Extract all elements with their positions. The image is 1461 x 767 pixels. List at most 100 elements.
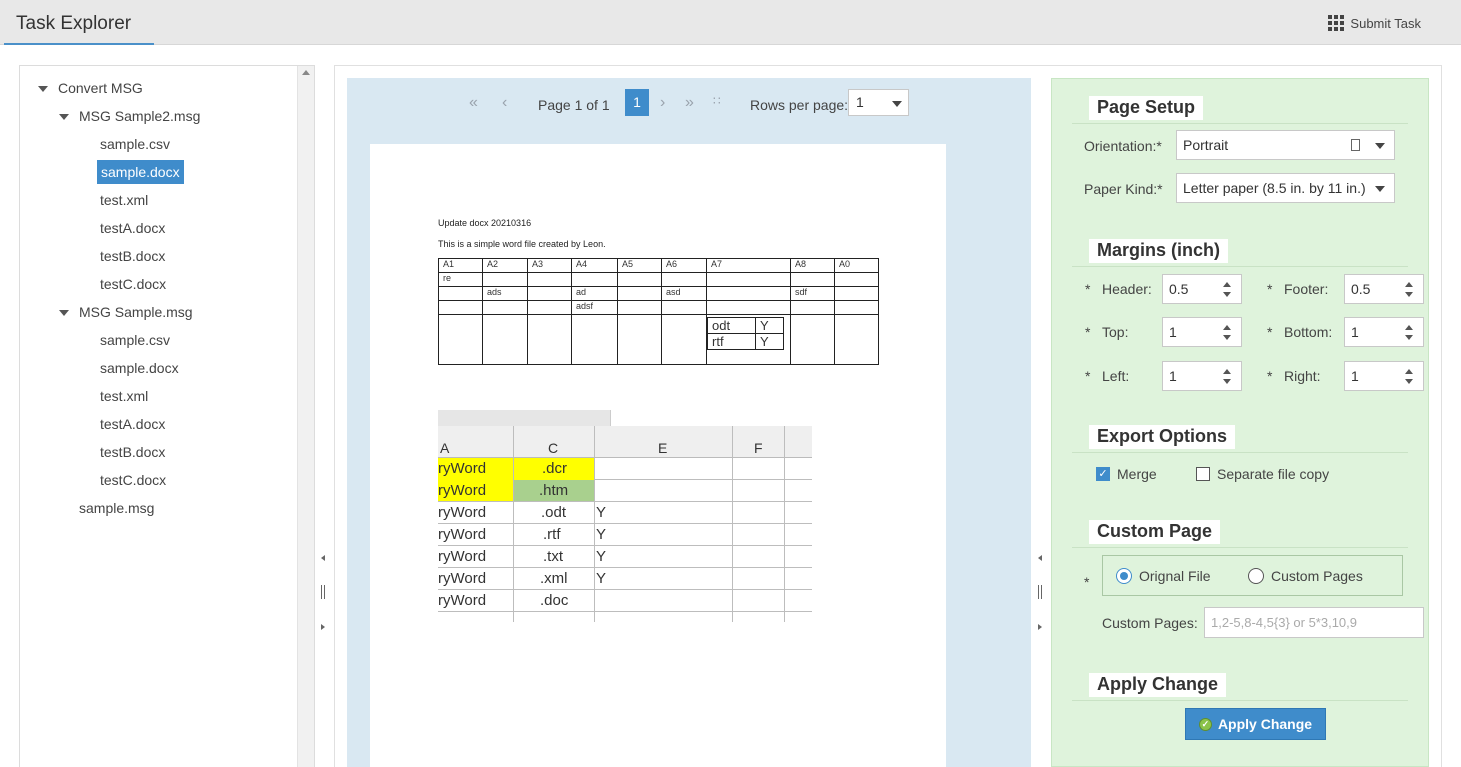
tree-scrollbar[interactable] [297, 66, 314, 767]
tree-node-file[interactable]: test.xml [100, 384, 148, 408]
increment-icon[interactable] [1405, 325, 1413, 330]
submit-task-label: Submit Task [1350, 15, 1421, 31]
page-mode-group: Orignal File Custom Pages [1102, 555, 1403, 596]
tree-node-file[interactable]: testC.docx [100, 272, 166, 296]
orientation-select[interactable]: Portrait [1176, 130, 1395, 160]
footer-margin-input[interactable]: 0.5 [1344, 274, 1424, 304]
separate-file-copy-checkbox[interactable] [1196, 467, 1210, 481]
task-tree: Convert MSG MSG Sample2.msg sample.csv s… [19, 65, 315, 767]
footer-margin-label: Footer: [1284, 281, 1329, 297]
tab-task-explorer[interactable]: Task Explorer [4, 0, 154, 45]
header-margin-input[interactable]: 0.5 [1162, 274, 1242, 304]
original-file-radio[interactable] [1116, 568, 1132, 584]
excel-row: ryWord .htm [438, 480, 812, 502]
table-cell: odt [707, 317, 756, 334]
tree-node-file[interactable]: testB.docx [100, 244, 165, 268]
tree-node-file[interactable]: testA.docx [100, 216, 165, 240]
tree-node-msg-sample[interactable]: MSG Sample.msg [59, 300, 193, 324]
increment-icon[interactable] [1223, 369, 1231, 374]
required-mark: * [1085, 368, 1091, 384]
merge-checkbox[interactable]: ✓ [1096, 467, 1110, 481]
excel-row: ryWord .dcr [438, 458, 812, 480]
page-grid-icon[interactable]: ∷ [713, 94, 721, 108]
tree-node-convert-msg[interactable]: Convert MSG [38, 76, 143, 100]
required-mark: * [1267, 368, 1273, 384]
next-page-icon[interactable]: › [660, 94, 665, 112]
tree-node-file-selected[interactable]: sample.docx [97, 160, 184, 184]
decrement-icon[interactable] [1223, 292, 1231, 297]
decrement-icon[interactable] [1405, 292, 1413, 297]
collapse-icon[interactable] [59, 114, 69, 121]
excel-row: ryWord .odt Y [438, 502, 812, 524]
excel-col-header: C [548, 440, 559, 456]
collapse-left-icon[interactable] [321, 555, 325, 561]
collapse-icon[interactable] [38, 86, 48, 93]
excel-row: ryWord .xml Y [438, 568, 812, 590]
right-splitter[interactable] [1035, 555, 1047, 655]
nested-table: odt Y rtf Y [707, 317, 784, 350]
original-file-label[interactable]: Orignal File [1139, 568, 1211, 584]
decrement-icon[interactable] [1405, 335, 1413, 340]
top-margin-input[interactable]: 1 [1162, 317, 1242, 347]
excel-cell: Y [596, 570, 607, 587]
left-margin-value: 1 [1169, 368, 1177, 384]
excel-cell: Y [596, 526, 607, 543]
excel-cell: .odt [541, 504, 567, 521]
apply-change-label: Apply Change [1217, 716, 1313, 732]
table-cell: Y [755, 317, 784, 334]
apply-change-button[interactable]: ✓ Apply Change [1185, 708, 1326, 740]
tree-node-label: MSG Sample.msg [79, 304, 193, 320]
merge-label[interactable]: Merge [1117, 466, 1157, 482]
page-number-current[interactable]: 1 [625, 89, 649, 116]
prev-page-icon[interactable]: ‹ [502, 94, 507, 112]
rows-per-page-value: 1 [856, 94, 864, 110]
collapse-left-icon[interactable] [1038, 555, 1042, 561]
drag-handle-icon[interactable] [321, 585, 325, 599]
custom-pages-input[interactable]: 1,2-5,8-4,5{3} or 5*3,10,9 [1204, 607, 1424, 638]
right-margin-input[interactable]: 1 [1344, 361, 1424, 391]
header-margin-value: 0.5 [1169, 281, 1189, 297]
tree-node-file[interactable]: test.xml [100, 188, 148, 212]
table-cell: A8 [790, 258, 835, 273]
section-title-export-options: Export Options [1089, 425, 1235, 449]
increment-icon[interactable] [1405, 369, 1413, 374]
tree-node-file[interactable]: sample.docx [100, 356, 179, 380]
excel-cell: ryWord [438, 548, 487, 565]
rows-per-page-select[interactable]: 1 [848, 89, 909, 116]
decrement-icon[interactable] [1223, 335, 1231, 340]
paper-kind-select[interactable]: Letter paper (8.5 in. by 11 in.) [1176, 173, 1395, 203]
custom-pages-label[interactable]: Custom Pages [1271, 568, 1363, 584]
first-page-icon[interactable]: « [469, 94, 478, 112]
last-page-icon[interactable]: » [685, 94, 694, 112]
scroll-up-icon[interactable] [302, 70, 310, 75]
left-splitter[interactable] [318, 555, 330, 655]
tree-node-file[interactable]: sample.csv [100, 132, 170, 156]
tree-node-file[interactable]: testB.docx [100, 440, 165, 464]
expand-right-icon[interactable] [321, 624, 325, 630]
excel-cell: .rtf [543, 526, 561, 543]
bottom-margin-value: 1 [1351, 324, 1359, 340]
increment-icon[interactable] [1223, 325, 1231, 330]
increment-icon[interactable] [1223, 282, 1231, 287]
header-margin-label: Header: [1102, 281, 1152, 297]
tree-node-file[interactable]: testC.docx [100, 468, 166, 492]
section-title-apply-change: Apply Change [1089, 673, 1227, 697]
tree-node-file[interactable]: sample.msg [79, 496, 154, 520]
submit-task-button[interactable]: Submit Task [1328, 15, 1421, 31]
collapse-icon[interactable] [59, 310, 69, 317]
custom-pages-radio[interactable] [1248, 568, 1264, 584]
tree-node-file[interactable]: sample.csv [100, 328, 170, 352]
drag-handle-icon[interactable] [1038, 585, 1042, 599]
decrement-icon[interactable] [1223, 379, 1231, 384]
portrait-icon [1351, 139, 1360, 151]
increment-icon[interactable] [1405, 282, 1413, 287]
decrement-icon[interactable] [1405, 379, 1413, 384]
separate-file-copy-label[interactable]: Separate file copy [1217, 466, 1329, 482]
tree-node-msg-sample2[interactable]: MSG Sample2.msg [59, 104, 200, 128]
bottom-margin-input[interactable]: 1 [1344, 317, 1424, 347]
tree-node-file[interactable]: testA.docx [100, 412, 165, 436]
footer-margin-value: 0.5 [1351, 281, 1371, 297]
left-margin-input[interactable]: 1 [1162, 361, 1242, 391]
expand-right-icon[interactable] [1038, 624, 1042, 630]
excel-cell: .htm [514, 480, 594, 501]
